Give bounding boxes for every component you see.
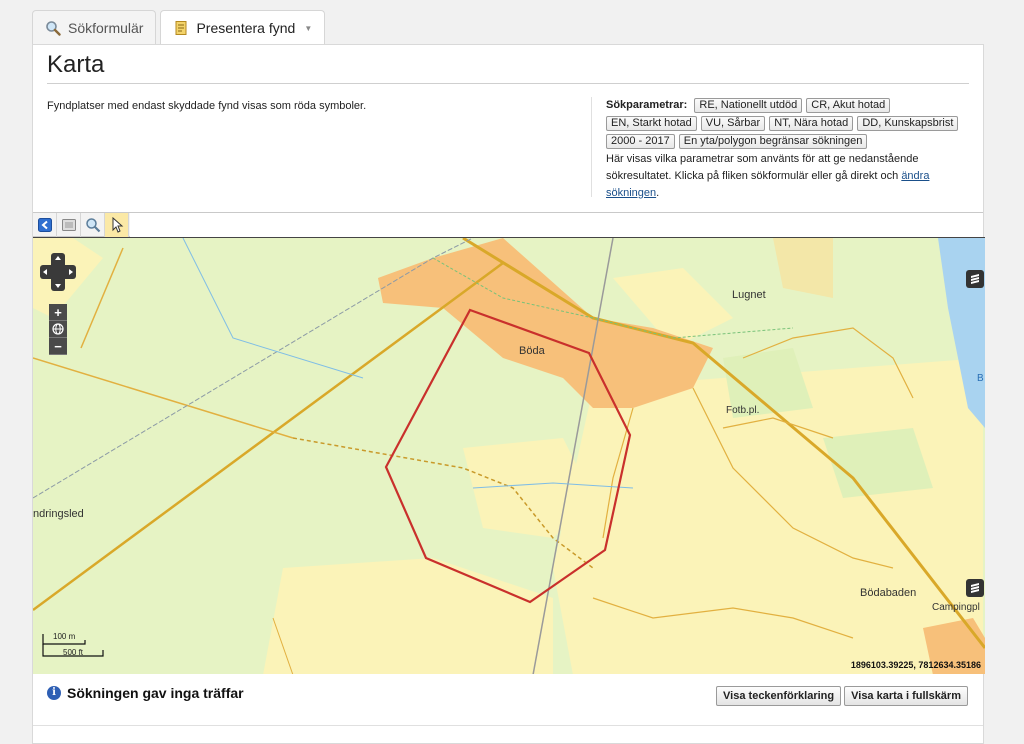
back-arrow-icon (37, 218, 52, 232)
param-chip: EN, Starkt hotad (606, 116, 697, 131)
map-actions: Visa teckenförklaring Visa karta i fulls… (716, 686, 968, 706)
place-label: B (977, 373, 984, 384)
show-legend-button[interactable]: Visa teckenförklaring (716, 686, 842, 706)
param-chip: En yta/polygon begränsar sökningen (678, 134, 868, 149)
divider (33, 725, 983, 726)
layer-switcher-button[interactable] (966, 270, 984, 288)
chevron-down-icon[interactable]: ▼ (304, 24, 312, 33)
layers-icon (971, 274, 979, 284)
divider (33, 212, 983, 213)
fullscreen-map-button[interactable]: Visa karta i fullskärm (844, 686, 968, 706)
search-params-description: Här visas vilka parametrar som använts f… (606, 153, 919, 182)
page-title: Karta (47, 51, 105, 78)
place-label: Bödabaden (860, 587, 917, 599)
pan-control[interactable] (40, 253, 76, 291)
globe-icon (52, 323, 64, 335)
search-params-label: Sökparametrar: (606, 99, 688, 111)
tab-sokformular[interactable]: Sökformulär (32, 10, 157, 44)
param-chip: DD, Kunskapsbrist (857, 116, 959, 131)
layers-icon (971, 583, 979, 593)
search-parameters: Sökparametrar: RE, Nationellt utdöd CR, … (606, 97, 966, 202)
result-text: Sökningen gav inga träffar (67, 685, 244, 701)
zoom-in-icon (85, 218, 100, 233)
place-label: Böda (519, 345, 545, 357)
info-icon: i (47, 686, 61, 700)
param-chip: RE, Nationellt utdöd (694, 98, 803, 113)
zoom-out-button[interactable]: − (49, 338, 67, 355)
place-label: ndringsled (33, 508, 84, 520)
param-chip: CR, Akut hotad (806, 98, 891, 113)
param-chip: 2000 - 2017 (606, 134, 675, 149)
place-label: Lugnet (732, 289, 766, 301)
divider (47, 83, 969, 84)
map-toolbar (33, 213, 130, 237)
pointer-icon (112, 217, 123, 233)
overview-map-button[interactable] (966, 579, 984, 597)
place-label: Campingpl (932, 602, 980, 613)
place-label: Fotb.pl. (726, 405, 760, 416)
scale-bar: 100 m 500 ft (41, 632, 105, 660)
tab-label: Presentera fynd (196, 20, 296, 36)
param-chip: NT, Nära hotad (769, 116, 854, 131)
full-extent-button[interactable] (57, 213, 81, 237)
tab-label: Sökformulär (68, 19, 144, 36)
tab-bar: Sökformulär Presentera fynd ▼ (32, 10, 326, 45)
coordinate-readout: 1896103.39225, 7812634.35186 (850, 660, 981, 670)
globe-button[interactable] (49, 321, 67, 338)
map-view[interactable]: Böda Lugnet Fotb.pl. ndringsled Bödabade… (33, 237, 985, 674)
scale-imperial: 500 ft (63, 648, 84, 657)
pointer-tool-button[interactable] (105, 213, 129, 237)
back-button[interactable] (33, 213, 57, 237)
zoom-in-tool-button[interactable] (81, 213, 105, 237)
result-message: i Sökningen gav inga träffar (47, 685, 244, 701)
map-note: Fyndplatser med endast skyddade fynd vis… (47, 100, 367, 112)
zoom-control: + − (49, 304, 67, 356)
full-extent-icon (61, 219, 76, 231)
scale-metric: 100 m (53, 632, 76, 641)
divider (591, 97, 592, 197)
main-panel: Karta Fyndplatser med endast skyddade fy… (32, 44, 985, 744)
magnifier-icon (46, 20, 61, 36)
map-background (33, 238, 985, 674)
document-icon (175, 21, 187, 35)
sentence-end: . (656, 187, 660, 199)
tab-presentera-fynd[interactable]: Presentera fynd ▼ (160, 10, 326, 45)
param-chip: VU, Sårbar (700, 116, 766, 131)
zoom-in-button[interactable]: + (49, 304, 67, 321)
